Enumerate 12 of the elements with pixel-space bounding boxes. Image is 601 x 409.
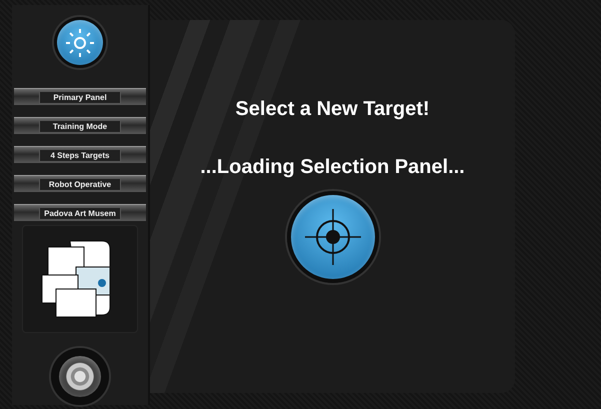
loading-status: ...Loading Selection Panel... [200,156,465,179]
menu-button[interactable]: Primary Panel [39,90,121,104]
menu-button[interactable]: Padova Art Musem [39,206,121,220]
menu-button[interactable]: Training Mode [39,120,121,133]
sun-icon [65,28,95,58]
crosshair-icon [302,207,362,267]
menu-button[interactable]: 4 Steps Targets [39,148,121,162]
lens-button[interactable] [51,348,109,405]
menu-button[interactable]: Robot Operative [39,178,121,191]
title: Select a New Target! [235,98,430,121]
gallery-card[interactable] [22,225,138,333]
brightness-button[interactable] [54,17,106,68]
